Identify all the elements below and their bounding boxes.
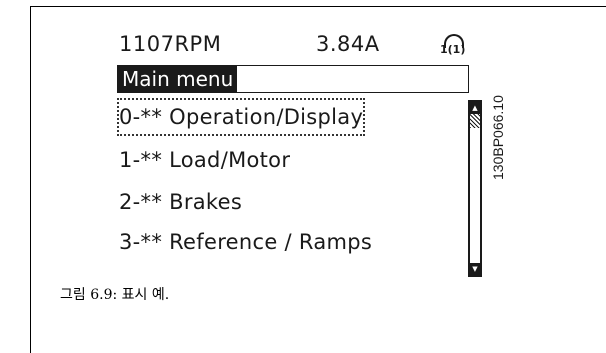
menu-item-load-motor[interactable]: 1-** Load/Motor	[119, 143, 290, 177]
menu-item-label: 1-** Load/Motor	[119, 148, 291, 172]
menu-item-label: 3-** Reference / Ramps	[119, 230, 373, 254]
menu-title: Main menu	[118, 66, 238, 92]
menu-title-bar: Main menu	[117, 65, 469, 93]
frame-top-line	[30, 6, 606, 7]
menu-item-operation-display[interactable]: 0-** Operation/Display	[116, 98, 366, 136]
lcd-display: 1107RPM 3.84A 1(1) Main menu 0-** Operat…	[115, 28, 488, 277]
frame-left-line	[30, 6, 31, 353]
status-line: 1107RPM 3.84A 1(1)	[119, 32, 488, 62]
setup-icon: 1(1)	[438, 33, 468, 59]
setup-icon-label: 1(1)	[440, 43, 466, 56]
menu-scrollbar[interactable]: ▲ ▼	[468, 100, 482, 277]
current-readout: 3.84A	[316, 32, 380, 56]
menu-item-label: 2-** Brakes	[119, 190, 243, 214]
scroll-thumb[interactable]	[470, 114, 480, 128]
figure-code: 130BP066.10	[490, 95, 506, 180]
menu-item-label: 0-** Operation/Display	[119, 105, 364, 129]
arrow-up-icon[interactable]: ▲	[470, 102, 480, 114]
menu-item-brakes[interactable]: 2-** Brakes	[119, 185, 242, 219]
figure-caption: 그림 6.9: 표시 예.	[60, 287, 170, 303]
menu-item-reference-ramps[interactable]: 3-** Reference / Ramps	[119, 225, 372, 259]
speed-readout: 1107RPM	[119, 32, 222, 56]
arrow-down-icon[interactable]: ▼	[470, 263, 480, 275]
